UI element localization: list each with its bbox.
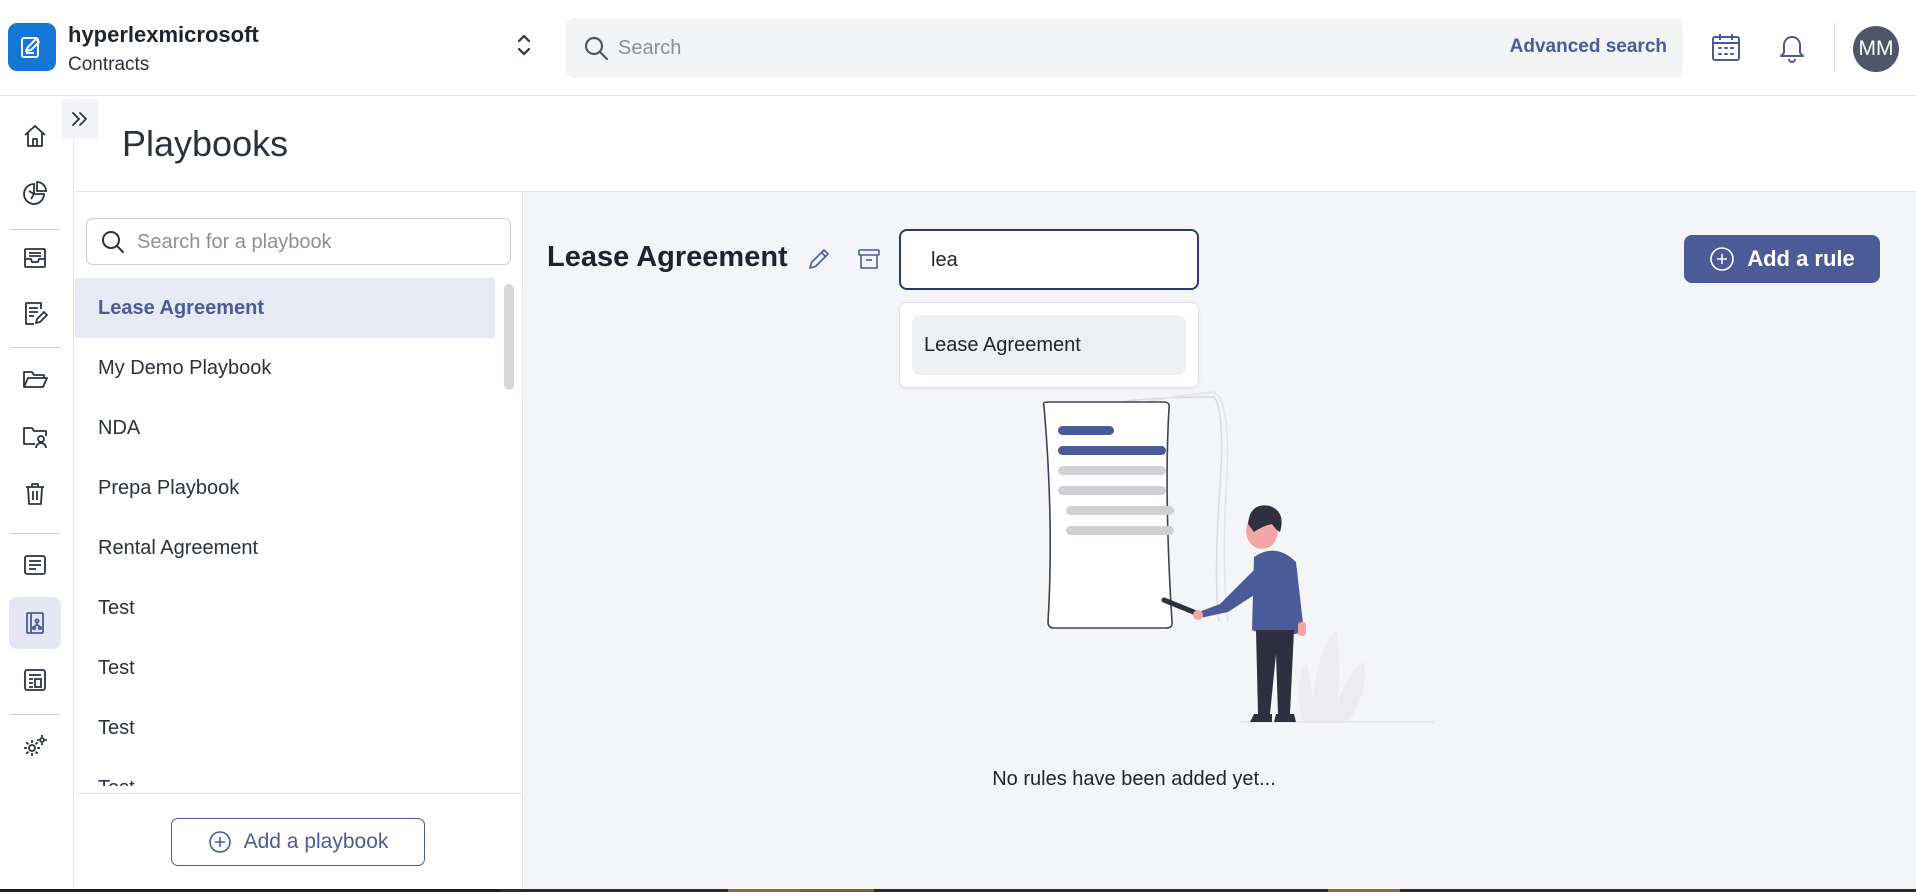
archive-playbook-button[interactable] [854, 244, 884, 274]
nav-separator [10, 229, 60, 230]
playbook-list-item[interactable]: Lease Agreement [75, 278, 495, 338]
plus-circle-icon [1710, 247, 1735, 271]
nav-analytics[interactable] [9, 167, 61, 219]
pencil-icon [809, 249, 829, 269]
contract-sign-icon [21, 37, 40, 58]
global-search-input[interactable] [618, 32, 1318, 64]
playbook-list-item[interactable]: Rental Agreement [75, 518, 495, 578]
nav-separator [10, 714, 60, 715]
playbook-search-input[interactable] [137, 228, 497, 256]
templates-icon [24, 669, 46, 691]
user-avatar[interactable]: MM [1853, 26, 1899, 72]
playbook-list-item[interactable]: Test [75, 638, 495, 698]
nav-folders[interactable] [9, 353, 61, 405]
empty-state-message: No rules have been added yet... [992, 768, 1276, 790]
contract-edit-icon [25, 302, 48, 325]
nav-clauses[interactable] [9, 539, 61, 591]
nav-home[interactable] [9, 110, 61, 162]
suggestion-option[interactable]: Lease Agreement [912, 315, 1186, 375]
app-name: Contracts [68, 54, 150, 75]
rule-search-input[interactable] [931, 245, 1181, 275]
global-search-bar: Advanced search [566, 18, 1683, 78]
add-rule-button[interactable]: Add a rule [1684, 235, 1880, 283]
page-title: Playbooks [122, 123, 289, 164]
archive-icon [858, 249, 880, 269]
settings-icon [24, 735, 47, 756]
nav-contracts[interactable] [9, 287, 61, 339]
inbox-icon [24, 248, 46, 268]
playbook-detail: Lease Agreement Lease Agreement Add a ru… [524, 192, 1916, 892]
header-divider [1834, 22, 1835, 72]
playbook-list: Lease Agreement My Demo Playbook NDA Pre… [75, 278, 495, 786]
add-playbook-label: Add a playbook [243, 830, 389, 853]
nav-settings[interactable] [9, 720, 61, 772]
nav-trash[interactable] [9, 467, 61, 519]
playbook-list-item[interactable]: Test [75, 578, 495, 638]
folder-icon [23, 371, 48, 388]
shared-folder-icon [23, 427, 47, 449]
nav-inbox[interactable] [9, 232, 61, 284]
notifications-button[interactable] [1775, 30, 1809, 64]
org-switcher[interactable] [510, 28, 538, 62]
playbook-list-item[interactable]: Prepa Playbook [75, 458, 495, 518]
playbook-list-item[interactable]: My Demo Playbook [75, 338, 495, 398]
home-icon [24, 125, 46, 147]
nav-separator [10, 533, 60, 534]
chevron-up-down-icon [517, 34, 531, 56]
app-logo[interactable] [8, 23, 56, 71]
expand-sidebar-button[interactable] [62, 99, 98, 139]
search-icon [100, 229, 126, 260]
nav-shared-folders[interactable] [9, 410, 61, 462]
playbook-list-scrollbar[interactable] [504, 284, 514, 390]
playbook-search-box [86, 218, 511, 265]
playbook-list-item[interactable]: NDA [75, 398, 495, 458]
trash-icon [26, 483, 44, 505]
rename-playbook-button[interactable] [804, 244, 834, 274]
top-header: hyperlexmicrosoft Contracts Advanced sea… [0, 0, 1916, 96]
double-chevron-right-icon [72, 112, 87, 126]
add-rule-label: Add a rule [1747, 246, 1855, 271]
nav-playbooks[interactable] [9, 597, 61, 649]
calendar-icon [1712, 34, 1740, 61]
advanced-search-link[interactable]: Advanced search [1510, 36, 1667, 58]
list-footer-divider [75, 793, 523, 794]
analytics-icon [23, 181, 47, 205]
rule-search-box [899, 229, 1199, 290]
left-nav-rail [0, 97, 74, 892]
calendar-button[interactable] [1709, 30, 1743, 64]
playbook-icon [26, 612, 44, 634]
playbook-list-panel: Lease Agreement My Demo Playbook NDA Pre… [75, 192, 523, 892]
bell-icon [1780, 36, 1804, 63]
nav-templates[interactable] [9, 654, 61, 706]
playbook-list-item[interactable]: Test [75, 698, 495, 758]
nav-separator [10, 347, 60, 348]
playbook-title: Lease Agreement [547, 241, 788, 273]
plus-circle-icon [208, 831, 231, 853]
add-playbook-button[interactable]: Add a playbook [171, 818, 425, 866]
org-name: hyperlexmicrosoft [68, 22, 259, 47]
empty-state-illustration [1042, 391, 1434, 723]
search-icon [582, 34, 610, 67]
playbook-list-item[interactable]: Test [75, 758, 495, 786]
clauses-icon [24, 555, 46, 575]
